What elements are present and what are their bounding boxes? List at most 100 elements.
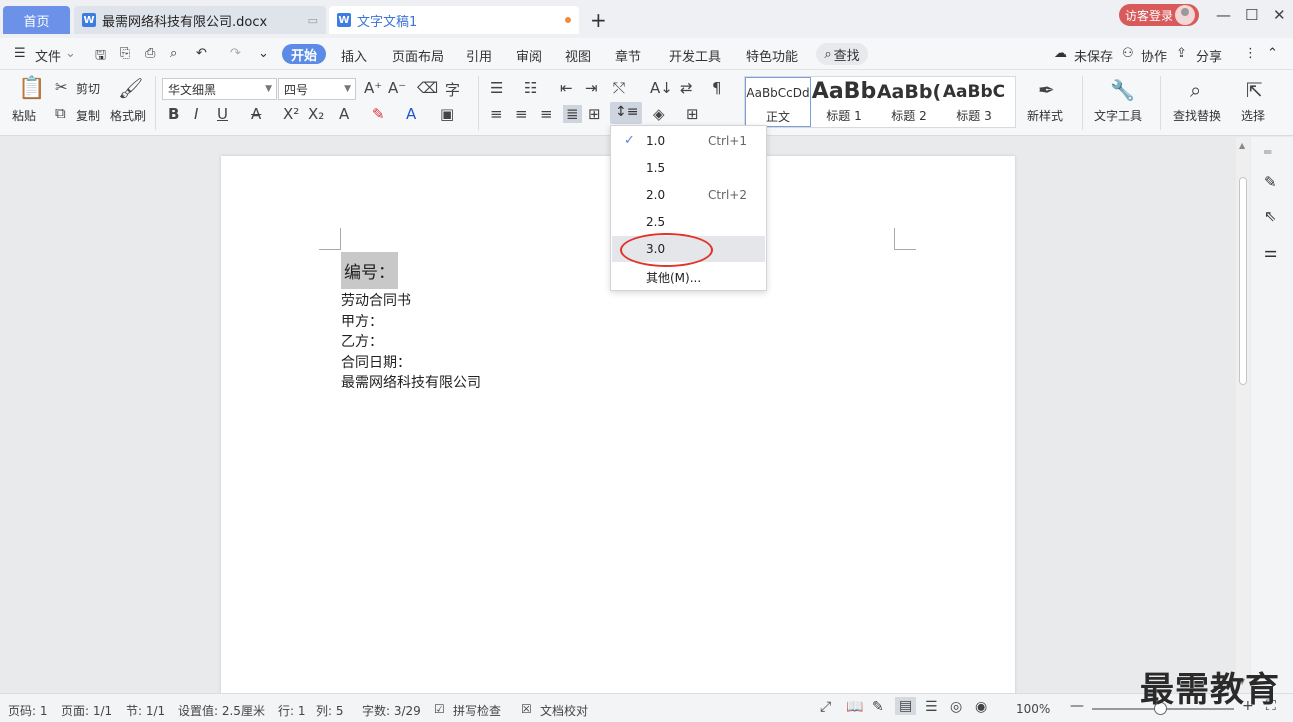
menu-page-layout[interactable]: 页面布局 — [392, 46, 444, 65]
web-view-icon[interactable]: ◎ — [950, 699, 962, 715]
maximize-button[interactable]: ☐ — [1245, 6, 1258, 24]
superscript-icon[interactable]: X² — [283, 105, 299, 123]
italic-icon[interactable]: I — [194, 105, 198, 123]
align-center-icon[interactable]: ≡ — [515, 105, 528, 123]
align-left-icon[interactable]: ≡ — [490, 105, 503, 123]
new-style-button[interactable]: 新样式 — [1027, 107, 1063, 124]
line-spacing-option-other[interactable]: 其他(M)... — [612, 263, 765, 289]
search-button[interactable]: ⌕ 查找 — [816, 43, 868, 65]
font-size-select[interactable]: 四号 ▼ — [278, 78, 356, 100]
pen-icon[interactable]: ✎ — [1264, 173, 1277, 191]
page-view-icon[interactable]: ▤ — [895, 697, 917, 715]
tab-doc2[interactable]: W 文字文稿1 — [329, 6, 579, 34]
scrollbar-thumb[interactable] — [1239, 177, 1247, 385]
paste-icon[interactable]: 📋 — [18, 76, 45, 101]
document-body[interactable]: 编号： 劳动合同书 甲方： 乙方： 合同日期： 最需网络科技有限公司 — [341, 252, 481, 394]
undo-icon[interactable]: ↶ — [196, 46, 207, 61]
minimize-button[interactable]: — — [1216, 6, 1231, 24]
menu-chapter[interactable]: 章节 — [615, 46, 641, 65]
format-painter-button[interactable]: 格式刷 — [110, 107, 146, 124]
style-heading-3[interactable]: AaBbC 标题 3 — [941, 77, 1007, 127]
sidebar-handle-icon[interactable]: ═ — [1264, 145, 1271, 159]
monitor-icon[interactable]: ▭ — [308, 14, 318, 27]
cut-button[interactable]: 剪切 — [76, 80, 100, 97]
phonetic-icon[interactable]: 字 — [445, 79, 460, 100]
doc-line[interactable]: 最需网络科技有限公司 — [341, 373, 481, 394]
tab-home[interactable]: 首页 — [3, 6, 70, 34]
bullet-list-icon[interactable]: ☰ — [490, 79, 503, 97]
decrease-indent-icon[interactable]: ⇤ — [560, 79, 573, 97]
menu-developer[interactable]: 开发工具 — [669, 46, 721, 65]
status-page-number[interactable]: 页码: 1 — [8, 702, 48, 719]
eye-protect-icon[interactable]: ◉ — [975, 699, 987, 715]
scroll-up-icon[interactable]: ▲ — [1239, 141, 1245, 150]
paste-button[interactable]: 粘贴 — [12, 107, 36, 124]
line-spacing-option-1-5[interactable]: 1.5 — [612, 155, 765, 181]
adjust-icon[interactable]: ⚌ — [1264, 243, 1277, 261]
increase-indent-icon[interactable]: ⇥ — [585, 79, 598, 97]
line-spacing-option-2[interactable]: 2.0 Ctrl+2 — [612, 182, 765, 208]
quick-access-more-icon[interactable]: ⌄ — [258, 46, 269, 61]
style-normal[interactable]: AaBbCcDd 正文 — [745, 77, 811, 127]
pointer-icon[interactable]: ⇖ — [1264, 207, 1277, 225]
print-icon[interactable]: ⎙ — [145, 46, 155, 61]
doc-line[interactable]: 甲方： — [341, 312, 481, 333]
subscript-icon[interactable]: X₂ — [308, 105, 324, 123]
bold-icon[interactable]: B — [168, 105, 179, 123]
menu-view[interactable]: 视图 — [565, 46, 591, 65]
numbered-list-icon[interactable]: ☷ — [524, 79, 537, 97]
copy-button[interactable]: 复制 — [76, 107, 100, 124]
print-preview-icon[interactable]: ⌕ — [170, 46, 177, 61]
status-word-count[interactable]: 字数: 3/29 — [362, 702, 421, 719]
line-spacing-option-1[interactable]: ✓ 1.0 Ctrl+1 — [612, 128, 765, 154]
fullscreen-icon[interactable]: ⤢ — [820, 699, 831, 715]
menu-insert[interactable]: 插入 — [341, 46, 367, 65]
close-button[interactable]: ✕ — [1273, 6, 1286, 24]
collab-button[interactable]: 协作 — [1141, 46, 1167, 65]
zoom-out-icon[interactable]: — — [1070, 698, 1084, 714]
hamburger-icon[interactable]: ☰ — [14, 46, 26, 61]
doc-line[interactable]: 合同日期： — [341, 353, 481, 374]
edit-mode-icon[interactable]: ✎ — [872, 699, 884, 715]
unsaved-status[interactable]: 未保存 — [1074, 46, 1113, 65]
spell-check-button[interactable]: 拼写检查 — [453, 702, 501, 719]
line-spacing-option-2-5[interactable]: 2.5 — [612, 209, 765, 235]
style-heading-1[interactable]: AaBb 标题 1 — [811, 77, 877, 127]
vertical-scrollbar[interactable]: ▲ ▼ — [1236, 137, 1250, 693]
style-heading-2[interactable]: AaBb( 标题 2 — [876, 77, 942, 127]
export-icon[interactable]: ⎘ — [120, 46, 130, 61]
line-spacing-button[interactable]: ↕≡ — [610, 102, 642, 124]
font-color-icon[interactable]: A — [406, 105, 416, 123]
text-direction-icon[interactable]: A↓ — [650, 79, 673, 97]
align-right-icon[interactable]: ≡ — [540, 105, 553, 123]
sort-icon[interactable]: ⇄ — [680, 79, 693, 97]
proofread-button[interactable]: 文档校对 — [540, 702, 588, 719]
justify-icon[interactable]: ≣ — [563, 105, 582, 123]
doc-line[interactable]: 劳动合同书 — [341, 291, 481, 312]
char-border-icon[interactable]: ▣ — [440, 105, 454, 123]
grow-font-icon[interactable]: A⁺ — [364, 79, 382, 97]
share-button[interactable]: 分享 — [1196, 46, 1222, 65]
shading-icon[interactable]: ◈ — [653, 105, 665, 123]
doc-line[interactable]: 乙方： — [341, 332, 481, 353]
chinese-layout-icon[interactable]: ⤲ — [613, 79, 625, 97]
distribute-icon[interactable]: ⊞ — [588, 105, 601, 123]
new-tab-button[interactable]: + — [590, 8, 607, 32]
guest-login-button[interactable]: 访客登录 — [1119, 4, 1199, 26]
underline-icon[interactable]: U — [217, 105, 228, 123]
menu-home[interactable]: 开始 — [282, 44, 326, 64]
collapse-ribbon-icon[interactable]: ⌃ — [1267, 46, 1278, 61]
tab-doc1[interactable]: W 最需网络科技有限公司.docx ▭ — [74, 6, 326, 34]
font-name-select[interactable]: 华文细黑 ▼ — [162, 78, 277, 100]
zoom-level[interactable]: 100% — [1016, 702, 1050, 716]
text-effect-icon[interactable]: A — [339, 105, 349, 123]
show-marks-icon[interactable]: ¶ — [712, 79, 722, 97]
save-icon[interactable]: 🖫 — [95, 46, 106, 68]
highlight-icon[interactable]: ✎ — [372, 105, 385, 123]
selected-text[interactable]: 编号： — [341, 252, 398, 289]
redo-icon[interactable]: ↷ — [230, 46, 241, 61]
clear-format-icon[interactable]: ⌫ — [417, 79, 438, 97]
outline-view-icon[interactable]: ☰ — [925, 699, 938, 715]
strikethrough-icon[interactable]: A — [251, 105, 261, 123]
find-replace-button[interactable]: 查找替换 — [1173, 107, 1221, 124]
